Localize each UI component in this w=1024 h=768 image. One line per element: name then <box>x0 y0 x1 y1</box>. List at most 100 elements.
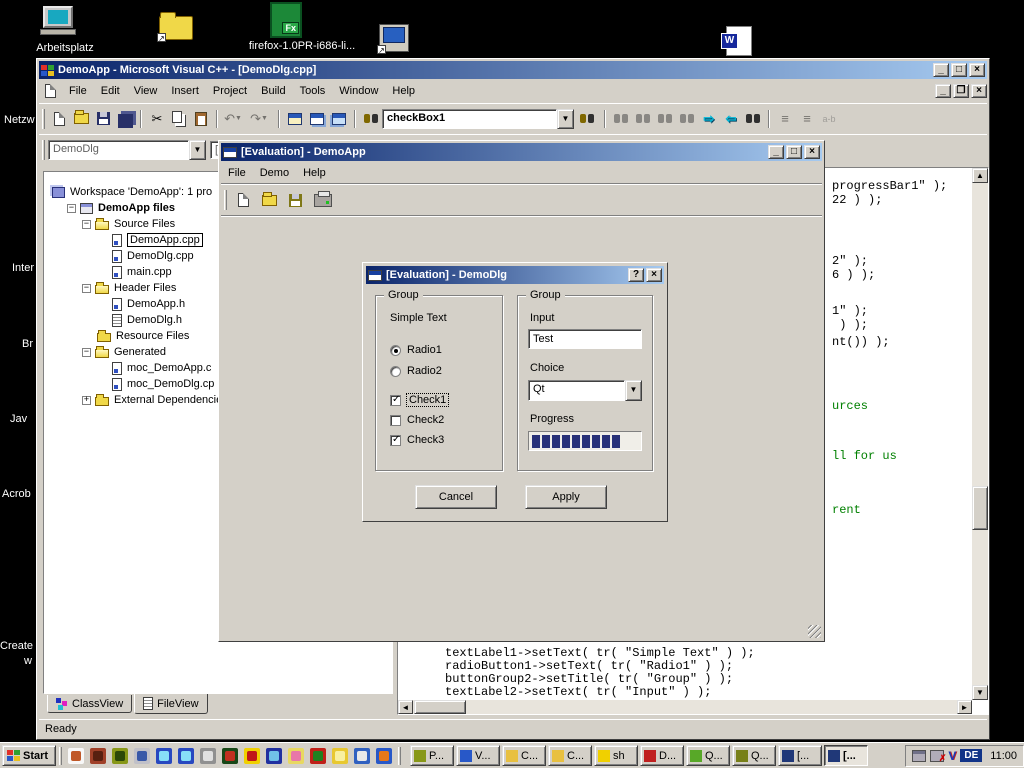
check3-box-icon[interactable] <box>390 435 401 446</box>
class-combo-dropdown[interactable]: ▼ <box>189 140 206 160</box>
mdi-restore-button[interactable]: ❐ <box>953 84 969 98</box>
ring-gray-icon[interactable] <box>200 748 216 764</box>
app-titlebar[interactable]: [Evaluation] - DemoApp _ □ × <box>221 143 822 161</box>
choice-combo[interactable]: Qt ▼ <box>528 380 642 401</box>
taskbar-task-2[interactable]: C... <box>502 745 546 766</box>
dialog-close-button[interactable]: × <box>646 268 662 282</box>
indent-button[interactable]: ≡ <box>774 109 796 129</box>
menu-insert[interactable]: Insert <box>164 83 206 99</box>
menu-view[interactable]: View <box>127 83 165 99</box>
wizard-action-1-button[interactable] <box>610 109 632 129</box>
collapse-icon[interactable]: − <box>67 204 76 213</box>
search-button[interactable] <box>360 109 382 129</box>
start-button[interactable]: Start <box>2 745 56 766</box>
chart-yellow-icon[interactable] <box>288 748 304 764</box>
output-pane-button[interactable] <box>306 109 328 129</box>
app-maximize-button[interactable]: □ <box>786 145 802 159</box>
check2[interactable]: Check2 <box>390 414 444 426</box>
taskbar-task-7[interactable]: Q... <box>732 745 776 766</box>
app-save-button[interactable] <box>282 188 308 212</box>
find-combo[interactable]: checkBox1 ▼ <box>382 109 574 129</box>
taskbar-task-4[interactable]: sh <box>594 745 638 766</box>
menu-tools[interactable]: Tools <box>293 83 333 99</box>
choice-combo-dropdown[interactable]: ▼ <box>625 380 642 401</box>
app-open-button[interactable] <box>256 188 282 212</box>
class-combo[interactable]: DemoDlg ▼ <box>48 140 206 160</box>
radio2[interactable]: Radio2 <box>390 365 442 377</box>
mdi-minimize-button[interactable]: _ <box>935 84 951 98</box>
tray-language-indicator[interactable]: DE <box>960 749 982 762</box>
windows-button[interactable] <box>328 109 350 129</box>
wizard-action-2-button[interactable] <box>632 109 654 129</box>
new-file-button[interactable] <box>48 109 70 129</box>
app-close-button[interactable]: × <box>804 145 820 159</box>
choice-combo-value[interactable]: Qt <box>528 380 625 401</box>
undo-button[interactable]: ↶▼ <box>222 109 244 129</box>
table-blue-icon[interactable] <box>354 748 370 764</box>
desktop-edge-label[interactable]: Br <box>22 338 33 350</box>
goto-next-button[interactable]: ⇨ <box>698 109 720 129</box>
dialog-help-button[interactable]: ? <box>628 268 644 282</box>
tray-antivirus-icon[interactable]: V <box>948 749 956 763</box>
ab-button[interactable]: a-b <box>818 109 840 129</box>
code-hscrollbar[interactable]: ◄ ► <box>398 700 972 714</box>
mixer-x-icon[interactable] <box>310 748 326 764</box>
app-new-button[interactable] <box>230 188 256 212</box>
toolbar-gripper[interactable] <box>224 190 227 210</box>
tab-fileview[interactable]: FileView <box>134 694 207 714</box>
firefox-archive-label[interactable]: firefox-1.0PR-i686-li... <box>222 40 382 52</box>
globe-dark-icon[interactable] <box>222 748 238 764</box>
taskbar-task-8[interactable]: [... <box>778 745 822 766</box>
radio1[interactable]: Radio1 <box>390 344 442 356</box>
desktop-edge-label[interactable]: w <box>24 655 32 667</box>
scroll-down-button[interactable]: ▼ <box>972 685 988 700</box>
desktop-edge-label[interactable]: Create <box>0 640 33 652</box>
tab-classview[interactable]: ClassView <box>47 695 132 713</box>
taskbar-task-1[interactable]: V... <box>456 745 500 766</box>
desktop-edge-label[interactable]: Acrob <box>2 488 31 500</box>
app-minimize-button[interactable]: _ <box>768 145 784 159</box>
redo-button[interactable]: ↷▼ <box>244 109 274 129</box>
radio1-circle-icon[interactable] <box>390 345 401 356</box>
wizard-action-3-button[interactable] <box>654 109 676 129</box>
taskbar-task-3[interactable]: C... <box>548 745 592 766</box>
cancel-button[interactable]: Cancel <box>415 485 497 509</box>
check1[interactable]: Check1 <box>390 394 448 406</box>
taskbar-task-5[interactable]: D... <box>640 745 684 766</box>
tray-clock[interactable]: 11:00 <box>990 750 1017 762</box>
close-button[interactable]: × <box>969 63 985 77</box>
collapse-icon[interactable]: − <box>82 348 91 357</box>
my-computer-icon[interactable] <box>38 6 78 40</box>
goto-prev-button[interactable]: ⇦ <box>720 109 742 129</box>
package-red-icon[interactable] <box>90 748 106 764</box>
outdent-button[interactable]: ≡ <box>796 109 818 129</box>
menu-window[interactable]: Window <box>332 83 385 99</box>
fish-yellow-icon[interactable] <box>332 748 348 764</box>
network-blue-icon[interactable] <box>156 748 172 764</box>
desktop-edge-label[interactable]: Jav <box>10 413 27 425</box>
tray-network-error-icon[interactable]: ✗ <box>930 750 944 762</box>
mdi-child-system-icon[interactable] <box>45 84 56 98</box>
folder-shortcut-icon[interactable]: ↗ <box>159 16 193 40</box>
scroll-right-button[interactable]: ► <box>957 700 972 714</box>
cut-button[interactable]: ✂ <box>146 109 168 129</box>
check1-box-icon[interactable] <box>390 395 401 406</box>
save-all-button[interactable] <box>114 109 136 129</box>
collapse-icon[interactable]: − <box>82 284 91 293</box>
save-button[interactable] <box>92 109 114 129</box>
class-combo-value[interactable]: DemoDlg <box>48 140 189 160</box>
resize-grip[interactable] <box>808 625 821 638</box>
check2-box-icon[interactable] <box>390 415 401 426</box>
find-in-files-button[interactable] <box>574 109 600 129</box>
hscroll-thumb[interactable] <box>414 700 466 714</box>
notes-icon[interactable] <box>68 748 84 764</box>
monitor-shortcut-icon[interactable]: ↗ <box>379 24 409 52</box>
vscroll-thumb[interactable] <box>972 486 988 530</box>
clock-green-icon[interactable] <box>112 748 128 764</box>
vc-titlebar[interactable]: DemoApp - Microsoft Visual C++ - [DemoDl… <box>39 61 987 79</box>
app-menu-file[interactable]: File <box>221 165 253 181</box>
firefox-icon[interactable] <box>376 748 392 764</box>
network-blue-2-icon[interactable] <box>178 748 194 764</box>
my-computer-label[interactable]: Arbeitsplatz <box>20 42 110 54</box>
find-combo-value[interactable]: checkBox1 <box>382 109 557 129</box>
